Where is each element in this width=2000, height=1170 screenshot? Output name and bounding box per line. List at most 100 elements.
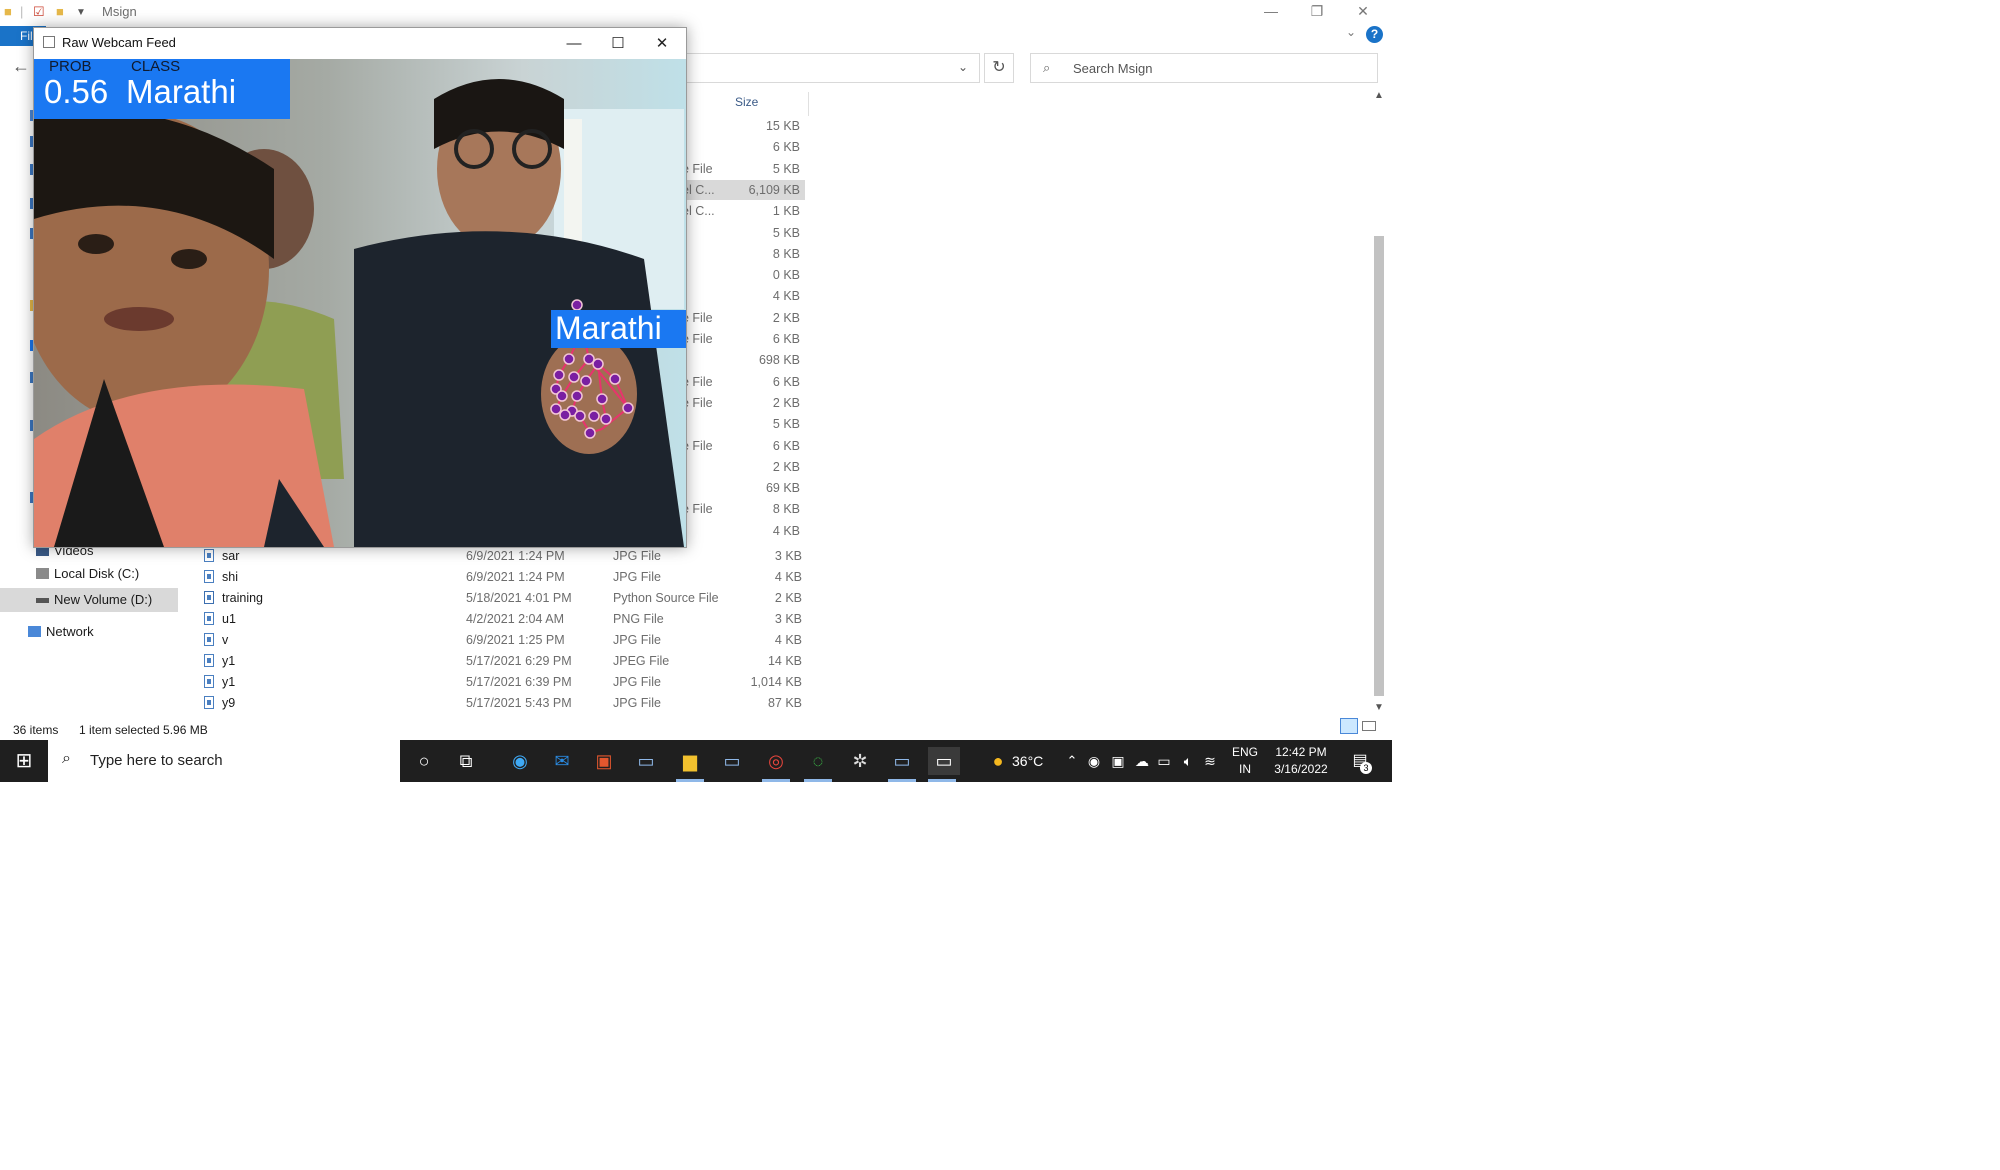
- prediction-overlay: PROB CLASS 0.56 Marathi: [34, 59, 290, 119]
- notification-count-badge: 3: [1360, 762, 1372, 774]
- jpg-file-icon: [204, 570, 214, 583]
- search-input[interactable]: ⌕ Search Msign: [1030, 53, 1378, 83]
- maximize-button[interactable]: ☐: [596, 32, 640, 56]
- file-size: 4 KB: [774, 570, 802, 584]
- explorer-titlebar: ■ | ☑ ■ ▼ Msign — ❐ ✕: [0, 0, 1386, 24]
- chrome-icon[interactable]: ◎: [762, 747, 790, 782]
- address-bar[interactable]: [680, 53, 980, 83]
- file-row[interactable]: y1 5/17/2021 6:29 PM JPEG File 14 KB: [200, 651, 810, 672]
- help-icon[interactable]: ?: [1366, 26, 1383, 43]
- app-window-icon[interactable]: ▭: [718, 747, 746, 775]
- file-size: 2 KB: [772, 310, 800, 325]
- file-size: 0 KB: [772, 268, 800, 283]
- file-name: shi: [222, 570, 238, 584]
- file-row[interactable]: shi 6/9/2021 1:24 PM JPG File 4 KB: [200, 567, 810, 588]
- scrollbar-thumb[interactable]: [1374, 236, 1384, 696]
- webcam-window: Raw Webcam Feed — ☐ ✕ PROB CLASS 0.56 Ma…: [33, 27, 687, 548]
- prob-value: 0.56: [44, 73, 109, 110]
- file-row[interactable]: sar 6/9/2021 1:24 PM JPG File 3 KB: [200, 546, 810, 567]
- customize-quick-access-icon[interactable]: ▼: [76, 7, 86, 18]
- webcam-window-title: Raw Webcam Feed: [62, 35, 176, 50]
- file-size: 6 KB: [772, 332, 800, 346]
- nav-item-label: New Volume (D:): [54, 592, 153, 607]
- scroll-down-icon[interactable]: ▼: [1374, 702, 1384, 713]
- file-name: training: [222, 591, 263, 605]
- scroll-up-icon[interactable]: ▲: [1374, 90, 1384, 101]
- file-size: 4 KB: [772, 289, 800, 304]
- webcam-app-icon[interactable]: ▭: [928, 747, 960, 782]
- input-region[interactable]: IN: [1230, 762, 1260, 776]
- search-icon: ⌕: [1043, 60, 1051, 75]
- file-date: 5/17/2021 6:39 PM: [466, 675, 572, 689]
- clock-date[interactable]: 3/16/2022: [1266, 762, 1336, 776]
- folder-icon: ■: [4, 4, 12, 19]
- file-explorer-icon[interactable]: ▆: [676, 747, 704, 782]
- address-history-chevron-icon[interactable]: ⌄: [958, 60, 968, 74]
- file-row[interactable]: v 6/9/2021 1:25 PM JPG File 4 KB: [200, 630, 810, 651]
- vertical-scrollbar[interactable]: ▲ ▼: [1372, 90, 1386, 720]
- weather-temperature[interactable]: 36°C: [1012, 753, 1043, 769]
- jpg-file-icon: [204, 633, 214, 646]
- taskbar-search-placeholder: Type here to search: [90, 752, 223, 769]
- file-type: Python Source File: [613, 591, 719, 605]
- refresh-button[interactable]: ↻: [984, 53, 1014, 83]
- webcam-frame-image: [34, 59, 686, 547]
- active-indicator: [804, 779, 832, 782]
- file-row[interactable]: training 5/18/2021 4:01 PM Python Source…: [200, 588, 810, 609]
- file-size: 2 KB: [772, 395, 800, 410]
- taskbar-search-input[interactable]: ⌕ Type here to search: [48, 740, 400, 782]
- settings-gear-icon[interactable]: ✲: [846, 747, 874, 775]
- app-ring-icon[interactable]: ◌: [804, 747, 832, 782]
- back-arrow-icon[interactable]: ←: [12, 56, 30, 77]
- nav-item-local-disk[interactable]: Local Disk (C:): [36, 563, 139, 585]
- file-date: 4/2/2021 2:04 AM: [466, 612, 564, 626]
- jpeg-file-icon: [204, 654, 214, 667]
- file-size: 6 KB: [772, 374, 800, 389]
- new-folder-icon[interactable]: ■: [56, 4, 64, 19]
- close-button[interactable]: ✕: [1340, 0, 1386, 22]
- wifi-icon[interactable]: ≋: [1196, 747, 1224, 775]
- details-view-icon[interactable]: [1340, 718, 1358, 734]
- nav-item-network[interactable]: Network: [28, 621, 94, 643]
- app-window-icon[interactable]: ▭: [632, 747, 660, 775]
- minimize-button[interactable]: —: [1248, 0, 1294, 22]
- app-window-icon[interactable]: ▭: [888, 747, 916, 782]
- active-indicator: [928, 779, 956, 782]
- file-row[interactable]: y9 5/17/2021 5:43 PM JPG File 87 KB: [200, 693, 810, 714]
- file-name: sar: [222, 549, 240, 563]
- clock-time[interactable]: 12:42 PM: [1266, 745, 1336, 759]
- file-row[interactable]: y1 5/17/2021 6:39 PM JPG File 1,014 KB: [200, 672, 810, 693]
- restore-button[interactable]: ❐: [1294, 0, 1340, 22]
- column-header-size[interactable]: Size: [735, 95, 758, 109]
- file-size: 87 KB: [767, 696, 802, 710]
- mail-icon[interactable]: ✉: [548, 747, 576, 775]
- file-date: 6/9/2021 1:25 PM: [466, 633, 565, 647]
- weather-sun-icon[interactable]: ●: [984, 747, 1012, 775]
- cortana-icon[interactable]: ○: [410, 747, 438, 775]
- minimize-button[interactable]: —: [552, 32, 596, 56]
- input-language[interactable]: ENG: [1230, 745, 1260, 759]
- webcam-feed: PROB CLASS 0.56 Marathi Marathi: [34, 59, 686, 547]
- file-size: 5 KB: [772, 161, 800, 176]
- file-size: 5 KB: [772, 225, 800, 240]
- ribbon-expand-icon[interactable]: ⌄: [1346, 25, 1356, 39]
- task-view-icon[interactable]: ⧉: [452, 747, 480, 775]
- edge-icon[interactable]: ◉: [506, 747, 534, 775]
- nav-item-new-volume[interactable]: New Volume (D:): [36, 589, 153, 611]
- close-button[interactable]: ✕: [640, 32, 684, 56]
- file-size: 14 KB: [767, 654, 802, 668]
- file-date: 6/9/2021 1:24 PM: [466, 570, 565, 584]
- windows-start-icon[interactable]: ⊞: [10, 747, 38, 775]
- powerpoint-icon[interactable]: ▣: [590, 747, 618, 775]
- large-icons-view-icon[interactable]: [1362, 721, 1376, 731]
- file-name: y1: [222, 654, 236, 668]
- active-indicator: [762, 779, 790, 782]
- blank-area: [1392, 740, 2000, 782]
- file-size: 1 KB: [772, 204, 800, 219]
- column-divider[interactable]: [808, 92, 809, 116]
- file-row[interactable]: u1 4/2/2021 2:04 AM PNG File 3 KB: [200, 609, 810, 630]
- file-size: 2 KB: [774, 591, 802, 605]
- file-type: JPG File: [613, 549, 661, 563]
- drive-icon: [36, 598, 49, 603]
- properties-icon[interactable]: ☑: [33, 4, 45, 20]
